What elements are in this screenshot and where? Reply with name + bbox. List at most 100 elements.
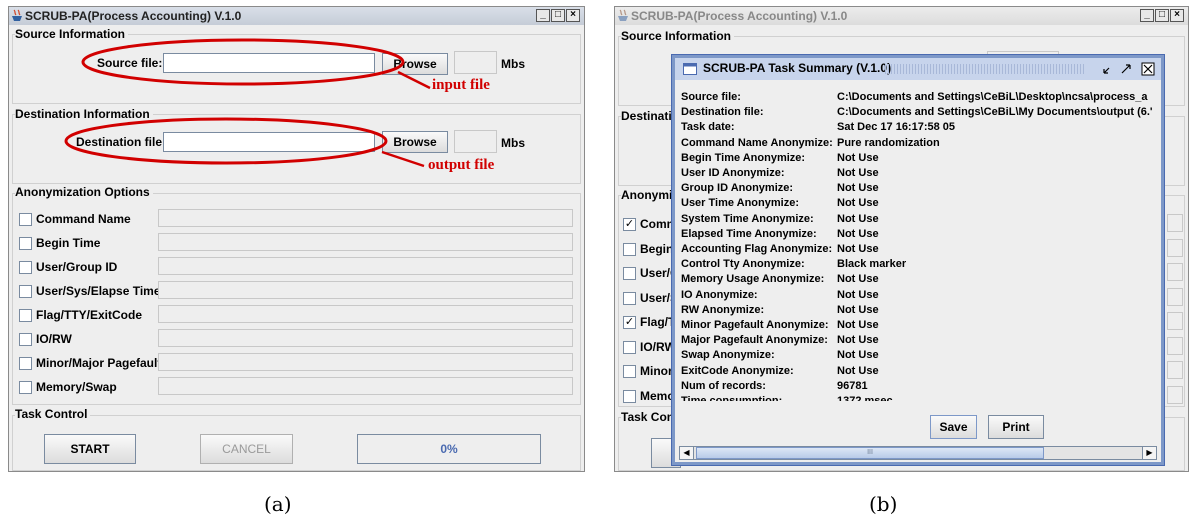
option-setting-field xyxy=(158,233,573,251)
summary-value: Not Use xyxy=(837,303,879,316)
option-label: Begin xyxy=(640,241,674,256)
summary-value: C:\Documents and Settings\CeBiL\Desktop\… xyxy=(837,91,1148,103)
summary-row: IO Anonymize: Not Use xyxy=(681,289,879,301)
summary-row: Major Pagefault Anonymize: Not Use xyxy=(681,334,879,346)
minimize-icon[interactable] xyxy=(1102,63,1116,75)
window-icon xyxy=(683,63,697,75)
option-checkbox[interactable] xyxy=(19,381,32,394)
option-checkbox[interactable] xyxy=(19,261,32,274)
start-button[interactable]: START xyxy=(44,434,136,464)
scroll-thumb[interactable]: III xyxy=(696,447,1044,459)
option-label: IO/RW xyxy=(640,339,676,354)
summary-value: Sat Dec 17 16:17:58 05 xyxy=(837,121,956,134)
summary-row: User Time Anonymize: Not Use xyxy=(681,197,879,209)
summary-key: User Time Anonymize: xyxy=(681,197,799,210)
scroll-left-arrow[interactable]: ◀ xyxy=(680,447,694,459)
maximize-button[interactable]: □ xyxy=(1155,9,1169,22)
summary-value: Pure randomization xyxy=(837,136,940,149)
summary-value: 1372 msec xyxy=(837,395,893,401)
task-control-section-label: Task Control xyxy=(15,407,91,421)
option-setting-field xyxy=(1167,238,1183,257)
summary-key: Destination file: xyxy=(681,106,764,119)
option-label: Begin Time xyxy=(36,236,101,250)
summary-value: 96781 xyxy=(837,379,868,392)
option-checkbox[interactable] xyxy=(623,291,636,305)
scroll-right-arrow[interactable]: ▶ xyxy=(1142,447,1156,459)
option-checkbox[interactable] xyxy=(623,242,636,256)
caption-b: (b) xyxy=(869,492,898,516)
summary-value: C:\Documents and Settings\CeBiL\My Docum… xyxy=(837,106,1153,119)
option-checkbox[interactable] xyxy=(19,333,32,346)
summary-value: Not Use xyxy=(837,212,879,225)
option-checkbox[interactable] xyxy=(19,309,32,322)
option-label: Minor/ xyxy=(640,364,676,378)
summary-key: Control Tty Anonymize: xyxy=(681,258,805,271)
title-texture xyxy=(885,64,1085,74)
option-setting-field xyxy=(158,329,573,347)
option-checkbox[interactable] xyxy=(623,267,636,280)
option-setting-field xyxy=(1167,361,1183,379)
dialog-title: SCRUB-PA Task Summary (V.1.0) xyxy=(703,61,892,75)
summary-row: Accounting Flag Anonymize: Not Use xyxy=(681,243,879,255)
summary-row: Begin Time Anonymize: Not Use xyxy=(681,152,879,164)
option-checkbox[interactable] xyxy=(19,237,32,250)
summary-key: Time consumption: xyxy=(681,395,783,401)
option-setting-field xyxy=(1167,263,1183,281)
option-label: Memo xyxy=(640,388,675,403)
option-setting-field xyxy=(158,377,573,395)
print-button[interactable]: Print xyxy=(988,415,1044,439)
summary-key: Swap Anonymize: xyxy=(681,349,775,362)
scroll-grip-icon: III xyxy=(867,449,873,456)
summary-key: Begin Time Anonymize: xyxy=(681,151,806,164)
summary-text-area: Source file: C:\Documents and Settings\Ce… xyxy=(675,91,1161,401)
option-checkbox[interactable] xyxy=(623,389,636,403)
summary-key: Minor Pagefault Anonymize: xyxy=(681,319,829,331)
summary-value: Not Use xyxy=(837,288,879,301)
summary-value: Not Use xyxy=(837,167,879,179)
option-checkbox[interactable]: ✓ xyxy=(623,218,636,231)
maximize-icon[interactable] xyxy=(1120,63,1134,75)
source-section-label: Source Information xyxy=(621,29,735,43)
save-button[interactable]: Save xyxy=(930,415,977,439)
option-checkbox[interactable]: ✓ xyxy=(623,316,636,329)
horizontal-scrollbar[interactable]: ◀ III ▶ xyxy=(679,446,1157,460)
caption-a: (a) xyxy=(264,492,292,516)
title-bar[interactable]: SCRUB-PA(Process Accounting) V.1.0 _ □ × xyxy=(615,7,1188,25)
summary-row: Destination file: C:\Documents and Settin… xyxy=(681,106,1153,118)
summary-row: Memory Usage Anonymize: Not Use xyxy=(681,273,879,285)
option-label: User/Sys/Elapse Time xyxy=(36,284,161,298)
summary-value: Not Use xyxy=(837,243,879,255)
summary-value: Not Use xyxy=(837,349,879,362)
option-setting-field xyxy=(1167,385,1183,404)
minimize-button[interactable]: _ xyxy=(1140,9,1154,22)
option-checkbox[interactable] xyxy=(19,285,32,298)
summary-value: Not Use xyxy=(837,227,879,240)
summary-value: Not Use xyxy=(837,364,879,377)
option-checkbox[interactable] xyxy=(19,213,32,226)
option-setting-field xyxy=(158,257,573,275)
option-setting-field xyxy=(158,353,573,371)
close-icon[interactable] xyxy=(1141,62,1155,76)
task-summary-dialog: SCRUB-PA Task Summary (V.1.0) Source fil… xyxy=(672,55,1164,465)
summary-row: Minor Pagefault Anonymize: Not Use xyxy=(681,319,879,331)
summary-row: Group ID Anonymize: Not Use xyxy=(681,182,879,194)
option-checkbox[interactable] xyxy=(623,340,636,354)
option-label: Memory/Swap xyxy=(36,380,117,394)
option-checkbox[interactable] xyxy=(19,357,32,370)
dialog-title-bar[interactable]: SCRUB-PA Task Summary (V.1.0) xyxy=(675,58,1161,80)
option-setting-field xyxy=(158,209,573,227)
summary-key: IO Anonymize: xyxy=(681,288,758,301)
summary-key: RW Anonymize: xyxy=(681,303,765,316)
option-checkbox[interactable] xyxy=(623,365,636,378)
summary-value: Not Use xyxy=(837,182,879,195)
summary-row: System Time Anonymize: Not Use xyxy=(681,213,879,225)
summary-value: Not Use xyxy=(837,319,879,331)
java-cup-icon xyxy=(618,9,628,21)
option-label: Minor/Major Pagefault xyxy=(36,356,162,370)
summary-row: Task date: Sat Dec 17 16:17:58 05 xyxy=(681,121,955,133)
summary-value: Not Use xyxy=(837,334,879,347)
summary-row: Command Name Anonymize: Pure randomizatio… xyxy=(681,137,940,149)
summary-value: Not Use xyxy=(837,197,879,210)
summary-key: Major Pagefault Anonymize: xyxy=(681,334,828,347)
close-button[interactable]: × xyxy=(1170,9,1184,22)
